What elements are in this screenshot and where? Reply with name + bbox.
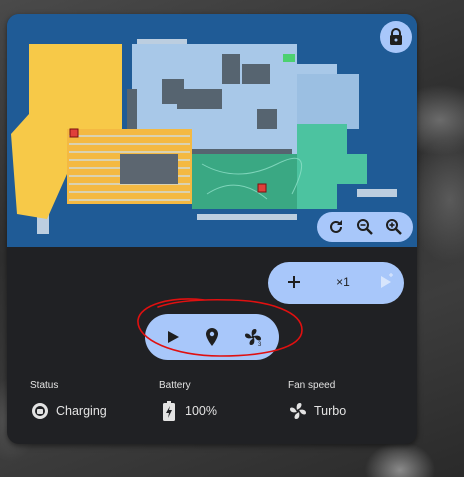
vacuum-map[interactable] (7, 14, 417, 247)
zoom-in-icon (386, 219, 403, 235)
locate-button[interactable] (200, 325, 224, 349)
add-zone-button[interactable] (282, 270, 306, 294)
rotate-icon (329, 220, 342, 233)
location-pin-icon (206, 328, 218, 346)
map-lock-button[interactable] (380, 21, 412, 53)
svg-text:3: 3 (258, 342, 262, 347)
fan-icon: 3 (245, 329, 262, 347)
fan-speed-label: Fan speed (288, 380, 336, 391)
zoom-out-button[interactable] (353, 215, 377, 239)
fan-speed-block: Fan speed Turbo (288, 380, 346, 421)
fan-speed-button[interactable]: 3 (241, 325, 265, 349)
battery-charging-icon (159, 401, 179, 421)
battery-label: Battery (159, 380, 191, 391)
battery-block: Battery 100% (159, 380, 217, 421)
zoom-out-icon (356, 219, 373, 235)
battery-value: 100% (185, 404, 217, 418)
fan-speed-value: Turbo (314, 404, 347, 418)
status-label: Status (30, 380, 59, 391)
plus-icon (288, 276, 300, 288)
play-icon (381, 273, 393, 288)
fan-icon (288, 401, 308, 421)
main-controls-pill: 3 (145, 314, 279, 360)
vacuum-card: ×1 3 Status Charging Battery 100% Fan sp… (7, 14, 417, 444)
charging-icon (30, 401, 50, 421)
repeat-multiplier[interactable]: ×1 (328, 275, 358, 289)
rotate-button[interactable] (324, 215, 348, 239)
status-block: Status Charging (30, 380, 107, 421)
zone-actions-pill: ×1 (268, 262, 404, 304)
start-button[interactable] (161, 325, 185, 349)
play-icon (168, 331, 179, 343)
zoom-in-button[interactable] (382, 215, 406, 239)
map-zoom-controls (317, 212, 413, 242)
start-zone-button[interactable] (374, 270, 398, 294)
lock-icon (390, 28, 402, 45)
status-value: Charging (56, 404, 107, 418)
